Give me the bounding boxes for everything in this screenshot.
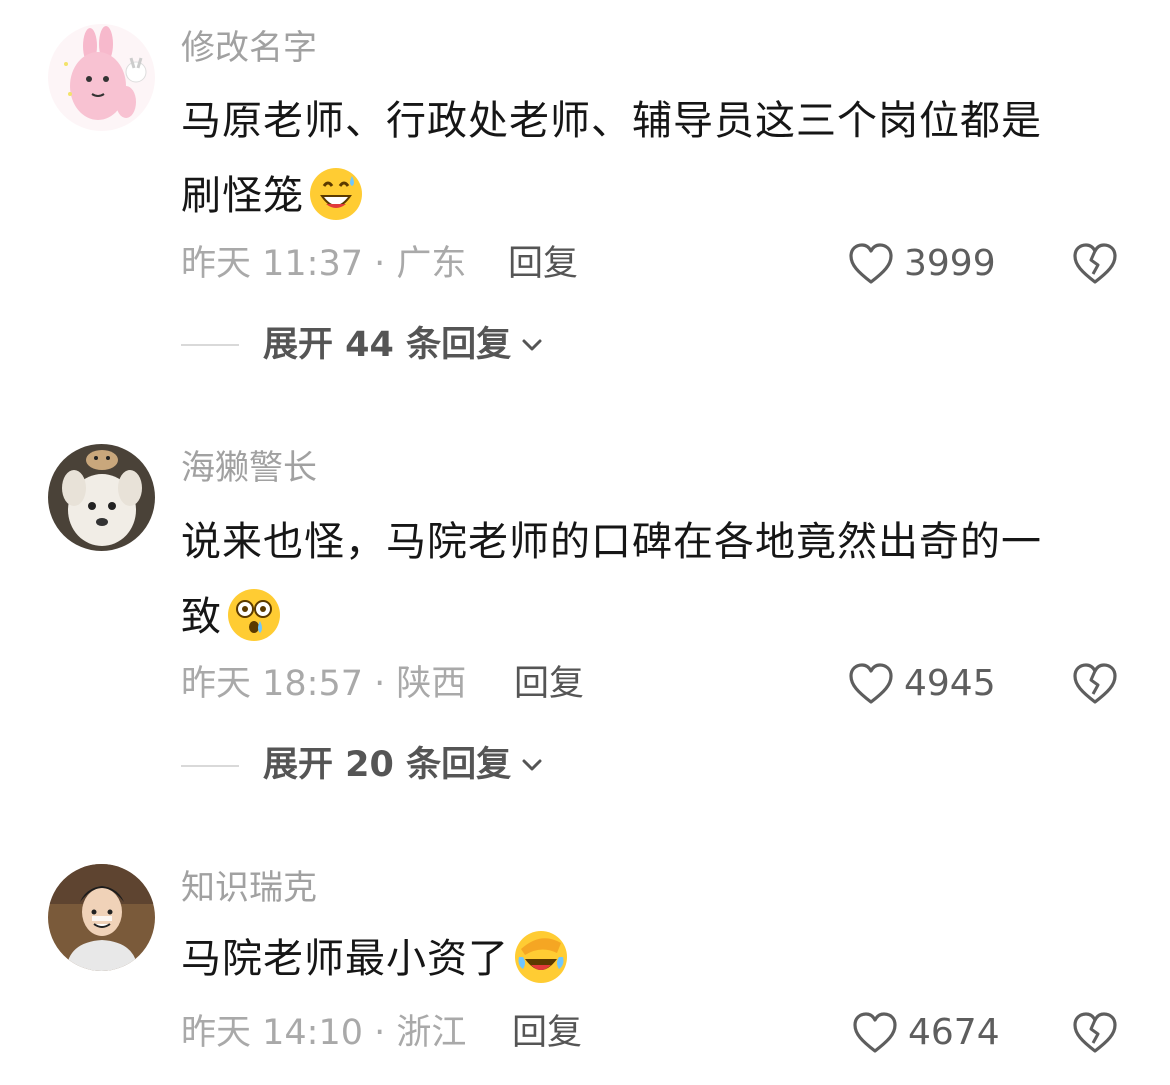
comment-text-line: 刷怪笼 (181, 173, 304, 219)
flushed-tear-emoji (226, 587, 282, 643)
comment-text-line: 马院老师最小资了 (181, 936, 509, 982)
username[interactable]: 修改名字 (181, 26, 317, 70)
dislike-button[interactable] (1071, 660, 1119, 708)
comment-meta: 昨天 14:10 · 浙江 (181, 1013, 467, 1053)
like-count: 4674 (908, 1012, 1000, 1053)
chevron-down-icon (522, 759, 542, 771)
username[interactable]: 海獭警长 (181, 446, 317, 490)
like-button[interactable]: 4674 (852, 1009, 1000, 1057)
dislike-button[interactable] (1071, 1009, 1119, 1057)
broken-heart-icon (1073, 663, 1117, 704)
avatar[interactable] (48, 24, 155, 131)
chevron-down-icon (522, 339, 542, 351)
comment-text-line: 说来也怪，马院老师的口碑在各地竟然出奇的一 (181, 519, 1042, 565)
like-button[interactable]: 3999 (848, 240, 996, 288)
rabbit-avatar-icon (48, 24, 155, 131)
dog-avatar-icon (48, 444, 155, 551)
like-count: 3999 (904, 243, 996, 284)
reply-button[interactable]: 回复 (508, 240, 578, 288)
comment-text: 马原老师、行政处老师、辅导员这三个岗位都是 刷怪笼 (181, 84, 1121, 234)
heart-outline-icon (849, 663, 893, 704)
dislike-button[interactable] (1071, 240, 1119, 288)
expand-replies-button[interactable]: 展开 20 条回复 (263, 741, 545, 789)
comment-text: 马院老师最小资了 (181, 922, 1121, 997)
comment-meta: 昨天 18:57 · 陕西 (181, 664, 467, 704)
comment-text-line: 马原老师、行政处老师、辅导员这三个岗位都是 (181, 98, 1042, 144)
username[interactable]: 知识瑞克 (181, 866, 317, 910)
broken-heart-icon (1073, 1012, 1117, 1053)
expand-replies-label: 展开 44 条回复 (263, 325, 512, 365)
heart-outline-icon (853, 1012, 897, 1053)
person-avatar-icon (48, 864, 155, 971)
facepalm-laugh-emoji (513, 929, 569, 985)
like-count: 4945 (904, 663, 996, 704)
like-button[interactable]: 4945 (848, 660, 996, 708)
expand-replies-label: 展开 20 条回复 (263, 745, 512, 785)
expand-replies-button[interactable]: 展开 44 条回复 (263, 321, 545, 369)
reply-button[interactable]: 回复 (512, 1009, 582, 1057)
comment-meta: 昨天 11:37 · 广东 (181, 244, 467, 284)
expand-divider (181, 344, 239, 346)
broken-heart-icon (1073, 243, 1117, 284)
heart-outline-icon (849, 243, 893, 284)
comment-text-line: 致 (181, 594, 222, 640)
avatar[interactable] (48, 444, 155, 551)
reply-button[interactable]: 回复 (514, 660, 584, 708)
grinning-sweat-emoji (308, 166, 364, 222)
comment-text: 说来也怪，马院老师的口碑在各地竟然出奇的一 致 (181, 505, 1121, 655)
avatar[interactable] (48, 864, 155, 971)
expand-divider (181, 765, 239, 767)
